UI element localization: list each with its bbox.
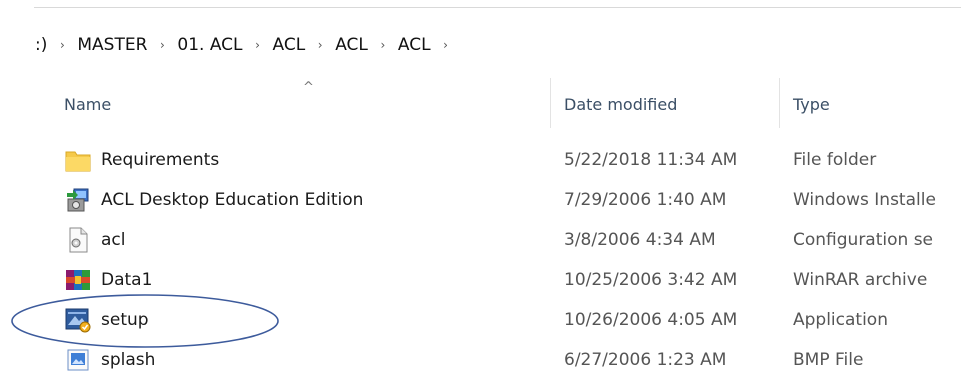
- date-modified-cell: 3/8/2006 4:34 AM: [564, 230, 716, 250]
- column-header-row: Name Date modified Type: [0, 90, 961, 120]
- breadcrumb-item-acl-2[interactable]: ACL: [334, 35, 369, 55]
- file-name-cell: acl: [65, 220, 126, 260]
- date-modified-cell: 10/26/2006 4:05 AM: [564, 310, 738, 330]
- column-divider[interactable]: [550, 78, 551, 128]
- chevron-right-icon[interactable]: ›: [440, 38, 452, 52]
- chevron-right-icon[interactable]: ›: [377, 38, 389, 52]
- column-divider[interactable]: [779, 78, 780, 128]
- file-type-cell: Configuration se: [793, 230, 934, 250]
- file-row-acl[interactable]: acl 3/8/2006 4:34 AM Configuration se: [0, 220, 961, 260]
- file-name: Data1: [101, 270, 153, 290]
- bmp-image-icon: [65, 347, 91, 373]
- file-type-cell: File folder: [793, 150, 877, 170]
- file-row-requirements[interactable]: Requirements 5/22/2018 11:34 AM File fol…: [0, 140, 961, 180]
- date-modified-cell: 10/25/2006 3:42 AM: [564, 270, 738, 290]
- address-bar-border: [34, 7, 961, 8]
- chevron-right-icon[interactable]: ›: [252, 38, 264, 52]
- date-modified-cell: 6/27/2006 1:23 AM: [564, 350, 727, 370]
- file-name-cell: Requirements: [65, 140, 219, 180]
- file-name: acl: [101, 230, 126, 250]
- date-modified-cell: 5/22/2018 11:34 AM: [564, 150, 738, 170]
- file-name-cell: ACL Desktop Education Edition: [65, 180, 363, 220]
- chevron-right-icon[interactable]: ›: [156, 38, 168, 52]
- column-header-date-modified[interactable]: Date modified: [564, 90, 677, 120]
- chevron-right-icon[interactable]: ›: [314, 38, 326, 52]
- chevron-right-icon[interactable]: ›: [56, 38, 68, 52]
- breadcrumb-item-acl-3[interactable]: ACL: [397, 35, 432, 55]
- file-type-cell: Application: [793, 310, 888, 330]
- breadcrumb-item-01-acl[interactable]: 01. ACL: [176, 35, 243, 55]
- file-name: splash: [101, 350, 156, 370]
- breadcrumb: :) › MASTER › 01. ACL › ACL › ACL › ACL …: [34, 33, 460, 57]
- date-modified-cell: 7/29/2006 1:40 AM: [564, 190, 727, 210]
- breadcrumb-item-acl-1[interactable]: ACL: [272, 35, 307, 55]
- installer-icon: [65, 187, 91, 213]
- annotation-ellipse: [11, 294, 279, 348]
- file-row-acl-desktop[interactable]: ACL Desktop Education Edition 7/29/2006 …: [0, 180, 961, 220]
- file-type-cell: BMP File: [793, 350, 864, 370]
- file-type-cell: Windows Installe: [793, 190, 936, 210]
- file-type-cell: WinRAR archive: [793, 270, 928, 290]
- breadcrumb-item-drive[interactable]: :): [34, 35, 48, 55]
- winrar-icon: [65, 267, 91, 293]
- breadcrumb-item-master[interactable]: MASTER: [76, 35, 148, 55]
- column-header-type[interactable]: Type: [793, 90, 830, 120]
- file-name: ACL Desktop Education Edition: [101, 190, 364, 210]
- file-name: Requirements: [101, 150, 220, 170]
- folder-icon: [65, 147, 91, 173]
- column-header-name[interactable]: Name: [64, 90, 111, 120]
- config-file-icon: [65, 227, 91, 253]
